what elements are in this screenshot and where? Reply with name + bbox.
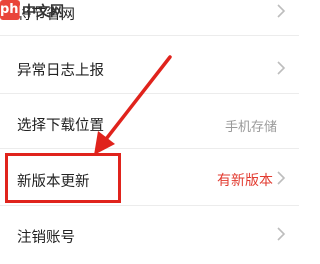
settings-row-download-location-label: 选择下载位置: [17, 118, 104, 134]
settings-row-deregister[interactable]: 注销账号: [0, 210, 299, 264]
new-version-badge: 有新版本: [217, 173, 273, 189]
settings-row-deregister-label: 注销账号: [17, 230, 75, 246]
download-location-value: 手机存储: [224, 120, 277, 135]
settings-row-error-log-label: 异常日志上报: [17, 63, 104, 79]
settings-row-download-location[interactable]: 选择下载位置 手机存储: [0, 95, 299, 149]
highlight-box: [5, 153, 121, 203]
settings-row-error-log[interactable]: 异常日志上报: [0, 40, 299, 94]
chevron-right-icon: [274, 59, 288, 77]
chevron-right-icon: [274, 169, 288, 187]
watermark-text: 中文网: [22, 4, 64, 20]
chevron-right-icon: [274, 2, 288, 20]
watermark-badge: php: [0, 0, 28, 20]
settings-list: 将节省网 异常日志上报 选择下载位置 手机存储 新版本更新 有新版本 注销账号: [0, 0, 299, 248]
chevron-right-icon: [274, 225, 288, 243]
